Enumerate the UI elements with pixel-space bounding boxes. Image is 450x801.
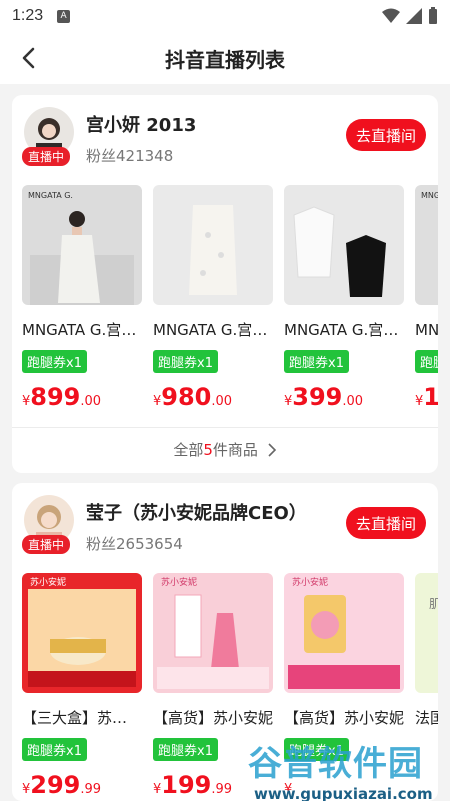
product-list: MNGATA G. MNGATA G.宫小妍 跑腿券x1 ¥899.00 MNG…	[22, 185, 438, 410]
divider	[12, 427, 438, 428]
product-price: ¥980.00	[153, 383, 233, 410]
product-name: MNGATA G.宫小妍	[22, 321, 142, 339]
signal-icon	[406, 8, 422, 24]
product-image-brand-text: 苏小安妮	[30, 578, 67, 588]
anchor-name: 莹子（苏小安妮品牌CEO）	[86, 503, 307, 524]
app-header: 抖音直播列表	[0, 32, 450, 84]
product-name: MNGATA G.宫小妍	[153, 321, 273, 339]
product-image[interactable]: MNGATA G.	[22, 185, 142, 305]
go-to-live-button[interactable]: 去直播间	[346, 507, 426, 539]
anchor-fans: 粉丝421348	[86, 147, 174, 165]
product-image[interactable]: 苏小安妮	[22, 573, 142, 693]
wifi-icon	[382, 8, 400, 23]
product-name: 法国	[415, 709, 438, 727]
watermark: 谷普软件园 www.gupuxiazai.com	[248, 736, 448, 801]
product-item[interactable]: 苏小安妮 【三大盒】苏小安妮 跑腿券x1 ¥299.99	[22, 573, 144, 798]
page-title: 抖音直播列表	[165, 47, 285, 72]
watermark-url: www.gupuxiazai.com	[254, 785, 433, 801]
product-image[interactable]	[153, 185, 273, 305]
product-name: 【三大盒】苏小安妮	[22, 709, 142, 727]
product-item[interactable]: MNGATA MNGATA G.宫小妍 跑腿券x1 ¥1	[415, 185, 438, 410]
product-image-brand-text: 苏小安妮	[292, 578, 329, 588]
product-price: ¥1	[415, 383, 438, 410]
product-name: MNGATA G.宫小妍	[284, 321, 404, 339]
anchor-name: 宫小妍 2013	[86, 115, 197, 136]
status-bar: 1:23 A	[0, 0, 450, 32]
status-icons	[382, 7, 438, 25]
product-name: 【高货】苏小安妮	[284, 709, 404, 727]
product-image[interactable]: 苏小安妮	[284, 573, 404, 693]
product-item[interactable]: MNGATA G.宫小妍 跑腿券x1 ¥399.00	[284, 185, 406, 410]
product-image[interactable]: MNGATA	[415, 185, 438, 305]
product-count: 5	[203, 441, 213, 459]
product-price: ¥899.00	[22, 383, 102, 410]
coupon-tag: 跑腿券x1	[153, 350, 218, 373]
coupon-tag: 跑腿券x1	[22, 350, 87, 373]
coupon-tag: 跑腿券x1	[284, 350, 349, 373]
back-arrow-icon[interactable]	[18, 46, 40, 70]
live-badge: 直播中	[22, 147, 71, 166]
product-item[interactable]: 肌 法国	[415, 573, 438, 728]
product-item[interactable]: MNGATA G.宫小妍 跑腿券x1 ¥980.00	[153, 185, 275, 410]
product-name: MNGATA G.宫小妍	[415, 321, 438, 339]
live-badge: 直播中	[22, 535, 71, 554]
anchor-fans: 粉丝2653654	[86, 535, 183, 553]
anchor-avatar-wrap[interactable]: 直播中	[22, 107, 78, 166]
product-image[interactable]: 肌	[415, 573, 438, 693]
live-anchor-card: 直播中 宫小妍 2013 粉丝421348 去直播间 MNGATA G. MNG…	[12, 95, 438, 473]
product-item[interactable]: MNGATA G. MNGATA G.宫小妍 跑腿券x1 ¥899.00	[22, 185, 144, 410]
battery-icon	[429, 7, 437, 24]
product-image-brand-text: 苏小安妮	[161, 578, 198, 588]
go-to-live-button[interactable]: 去直播间	[346, 119, 426, 151]
view-all-products-link[interactable]: 全部5件商品	[12, 439, 438, 460]
product-image-brand-text: MNGATA	[421, 191, 438, 200]
product-price: ¥399.00	[284, 383, 364, 410]
product-image-brand-text: MNGATA G.	[28, 191, 73, 200]
coupon-tag: 跑腿券x1	[22, 738, 87, 761]
product-image[interactable]	[284, 185, 404, 305]
product-image-brand-text: 肌	[429, 597, 438, 611]
watermark-title: 谷普软件园	[248, 744, 423, 784]
coupon-tag: 跑腿券x1	[415, 350, 438, 373]
coupon-tag: 跑腿券x1	[153, 738, 218, 761]
product-image[interactable]: 苏小安妮	[153, 573, 273, 693]
product-price: ¥299.99	[22, 771, 102, 798]
chevron-right-icon	[268, 443, 276, 457]
sim-icon: A	[57, 9, 71, 23]
status-time: 1:23	[12, 7, 44, 24]
anchor-avatar-wrap[interactable]: 直播中	[22, 495, 78, 554]
product-name: 【高货】苏小安妮	[153, 709, 273, 727]
